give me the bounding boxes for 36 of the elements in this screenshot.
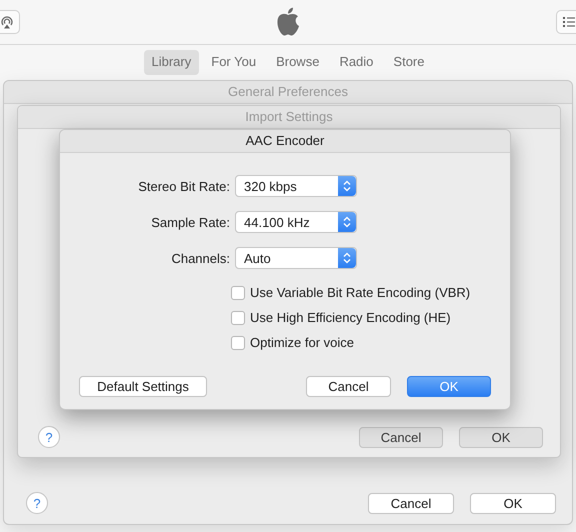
checkbox-label: Use Variable Bit Rate Encoding (VBR) [250, 285, 470, 300]
field-label: Sample Rate: [150, 214, 230, 230]
dialog-button[interactable]: OK [459, 426, 543, 448]
airplay-button[interactable] [0, 10, 20, 34]
nav-tab[interactable]: Radio [331, 50, 382, 75]
nav-tab[interactable]: Browse [268, 50, 328, 75]
help-button[interactable]: ? [38, 426, 60, 448]
list-icon [563, 17, 575, 27]
dialog-button[interactable]: Cancel [359, 426, 443, 448]
sheet-title: AAC Encoder [60, 130, 510, 153]
apple-logo-icon [275, 7, 301, 37]
default-settings-button[interactable]: Default Settings [79, 376, 207, 397]
nav-tab[interactable]: Store [385, 50, 432, 75]
nav-tab[interactable]: For You [203, 50, 264, 75]
chevrons-icon [343, 252, 351, 264]
nav-tab[interactable]: Library [144, 50, 200, 75]
field-label: Stereo Bit Rate: [137, 178, 230, 194]
checkbox-label: Optimize for voice [250, 335, 354, 350]
dialog-button[interactable]: Cancel [368, 492, 454, 514]
chevrons-icon [343, 180, 351, 192]
dialog-button[interactable]: OK [470, 492, 556, 514]
checkbox-label: Use High Efficiency Encoding (HE) [250, 310, 451, 325]
checkbox[interactable] [231, 310, 245, 324]
sheet-title: Import Settings [18, 106, 560, 129]
popup-menu[interactable]: 320 kbps [235, 175, 357, 197]
popup-menu[interactable]: Auto [235, 247, 357, 269]
field-label: Channels: [170, 250, 230, 266]
checkbox[interactable] [231, 286, 245, 300]
window-title: General Preferences [4, 81, 572, 104]
airplay-icon [0, 15, 14, 29]
checkbox[interactable] [231, 336, 245, 350]
dialog-button[interactable]: Cancel [306, 376, 391, 397]
help-button[interactable]: ? [26, 492, 48, 514]
list-button[interactable] [556, 10, 576, 34]
popup-menu[interactable]: 44.100 kHz [235, 211, 357, 233]
chevrons-icon [343, 216, 351, 228]
